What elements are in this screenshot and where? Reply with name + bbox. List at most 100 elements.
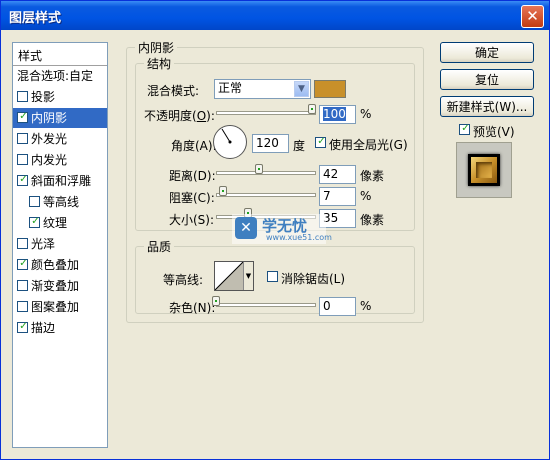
- style-item-checkbox[interactable]: [17, 154, 28, 165]
- opacity-slider-thumb[interactable]: [308, 104, 316, 114]
- antialias-checkbox[interactable]: [267, 271, 278, 282]
- opacity-slider[interactable]: [216, 111, 316, 115]
- style-item[interactable]: 投影: [13, 87, 107, 107]
- distance-label: 距离(D):: [169, 169, 216, 183]
- contour-label: 等高线:: [163, 273, 204, 287]
- style-item-checkbox[interactable]: ✓: [17, 321, 28, 333]
- noise-value: 0: [323, 299, 331, 313]
- watermark-url: www.xue51.com: [266, 233, 332, 242]
- choke-value: 7: [323, 189, 331, 203]
- style-item-checkbox[interactable]: ✓: [29, 216, 40, 228]
- style-item-checkbox[interactable]: [17, 301, 28, 312]
- watermark: ✕ 学无忧 www.xue51.com: [232, 214, 332, 244]
- style-item[interactable]: ✓ 描边: [13, 318, 107, 338]
- style-item-checkbox[interactable]: ✓: [17, 258, 28, 270]
- style-item[interactable]: ✓ 斜面和浮雕: [13, 171, 107, 191]
- style-item[interactable]: 等高线: [13, 192, 107, 212]
- checkmark-icon: ✓: [461, 123, 470, 134]
- distance-input[interactable]: 42: [319, 165, 356, 184]
- inner-shadow-title: 内阴影: [135, 39, 178, 56]
- watermark-logo-icon: ✕: [235, 217, 257, 239]
- blend-mode-select[interactable]: 正常 ▼: [214, 79, 311, 99]
- style-item-checkbox[interactable]: [29, 196, 40, 207]
- styles-list-header: 样式: [13, 43, 107, 66]
- checkmark-icon: ✓: [19, 174, 28, 185]
- chevron-down-icon[interactable]: ▼: [294, 81, 309, 97]
- global-light-label[interactable]: 使用全局光(G): [329, 136, 408, 153]
- style-item[interactable]: ✓ 内阴影: [13, 108, 107, 128]
- choke-slider[interactable]: [216, 193, 316, 197]
- style-item[interactable]: 渐变叠加: [13, 276, 107, 296]
- choke-slider-thumb[interactable]: [219, 186, 227, 196]
- angle-label: 角度(A):: [171, 139, 217, 153]
- style-item-label: 描边: [31, 321, 56, 335]
- noise-unit: %: [360, 299, 372, 313]
- style-item[interactable]: ✓ 颜色叠加: [13, 255, 107, 275]
- preview-checkbox[interactable]: ✓: [459, 123, 470, 135]
- style-item-label: 图案叠加: [31, 300, 80, 314]
- size-label: 大小(S):: [169, 213, 215, 227]
- angle-dial[interactable]: [213, 125, 247, 159]
- opacity-unit: %: [360, 107, 372, 121]
- choke-unit: %: [360, 189, 372, 203]
- angle-input[interactable]: 120: [252, 134, 289, 153]
- opacity-value: 100: [323, 107, 346, 121]
- preview-swatch: [468, 154, 500, 186]
- checkmark-icon: ✓: [317, 136, 326, 147]
- style-preview-thumbnail: [456, 142, 512, 198]
- window-title: 图层样式: [9, 11, 62, 26]
- opacity-input[interactable]: 100: [319, 105, 356, 124]
- style-item-label: 光泽: [31, 237, 56, 251]
- style-item-label: 斜面和浮雕: [31, 174, 92, 188]
- checkmark-icon: ✓: [19, 321, 28, 332]
- contour-dropdown-icon[interactable]: ▼: [243, 262, 253, 290]
- style-item-label: 等高线: [43, 195, 80, 209]
- style-item[interactable]: 外发光: [13, 129, 107, 149]
- reset-button[interactable]: 复位: [440, 69, 534, 90]
- noise-input[interactable]: 0: [319, 297, 356, 316]
- style-item-label: 内阴影: [31, 111, 68, 125]
- antialias-label[interactable]: 消除锯齿(L): [281, 270, 345, 287]
- style-item[interactable]: ✓ 纹理: [13, 213, 107, 233]
- checkmark-icon: ✓: [19, 258, 28, 269]
- style-item-checkbox[interactable]: ✓: [17, 174, 28, 186]
- contour-picker[interactable]: ▼: [214, 261, 254, 291]
- style-item-checkbox[interactable]: [17, 280, 28, 291]
- style-item-checkbox[interactable]: [17, 133, 28, 144]
- ok-button[interactable]: 确定: [440, 42, 534, 63]
- style-item[interactable]: 光泽: [13, 234, 107, 254]
- choke-input[interactable]: 7: [319, 187, 356, 206]
- distance-value: 42: [323, 167, 339, 181]
- preview-label[interactable]: 预览(V): [473, 123, 515, 140]
- noise-label: 杂色(N):: [169, 301, 216, 315]
- style-item[interactable]: 混合选项:自定: [13, 66, 107, 86]
- angle-unit: 度: [293, 139, 306, 153]
- close-button[interactable]: ✕: [521, 5, 544, 28]
- noise-slider-thumb[interactable]: [212, 296, 220, 306]
- style-item-checkbox[interactable]: [17, 238, 28, 249]
- angle-value: 120: [256, 136, 279, 150]
- distance-slider[interactable]: [216, 171, 316, 175]
- style-item-label: 混合选项:自定: [17, 69, 94, 83]
- noise-slider[interactable]: [216, 303, 316, 307]
- style-item[interactable]: 内发光: [13, 150, 107, 170]
- title-bar[interactable]: 图层样式 ✕: [1, 1, 549, 30]
- contour-curve-icon: [215, 262, 243, 290]
- quality-title: 品质: [144, 238, 175, 255]
- checkmark-icon: ✓: [19, 111, 28, 122]
- distance-unit: 像素: [360, 169, 385, 183]
- styles-list: 样式 混合选项:自定 投影 ✓ 内阴影 外发光 内发光 ✓ 斜面和浮雕 等高线 ✓ 纹理 光泽 ✓ 颜色叠…: [12, 42, 108, 448]
- size-unit: 像素: [360, 213, 385, 227]
- global-light-checkbox[interactable]: ✓: [315, 136, 326, 148]
- style-item[interactable]: 图案叠加: [13, 297, 107, 317]
- style-item-label: 渐变叠加: [31, 279, 80, 293]
- style-item-label: 纹理: [43, 216, 68, 230]
- layer-style-dialog: 图层样式 ✕ 样式 混合选项:自定 投影 ✓ 内阴影 外发光 内发光 ✓ 斜面和浮雕 等高线 ✓ 纹…: [0, 0, 550, 460]
- shadow-color-swatch[interactable]: [314, 80, 346, 98]
- styles-header-label: 样式: [18, 49, 43, 63]
- style-item-checkbox[interactable]: [17, 91, 28, 102]
- new-style-button[interactable]: 新建样式(W)...: [440, 96, 534, 117]
- distance-slider-thumb[interactable]: [255, 164, 263, 174]
- choke-label: 阻塞(C):: [169, 191, 215, 205]
- style-item-checkbox[interactable]: ✓: [17, 111, 28, 123]
